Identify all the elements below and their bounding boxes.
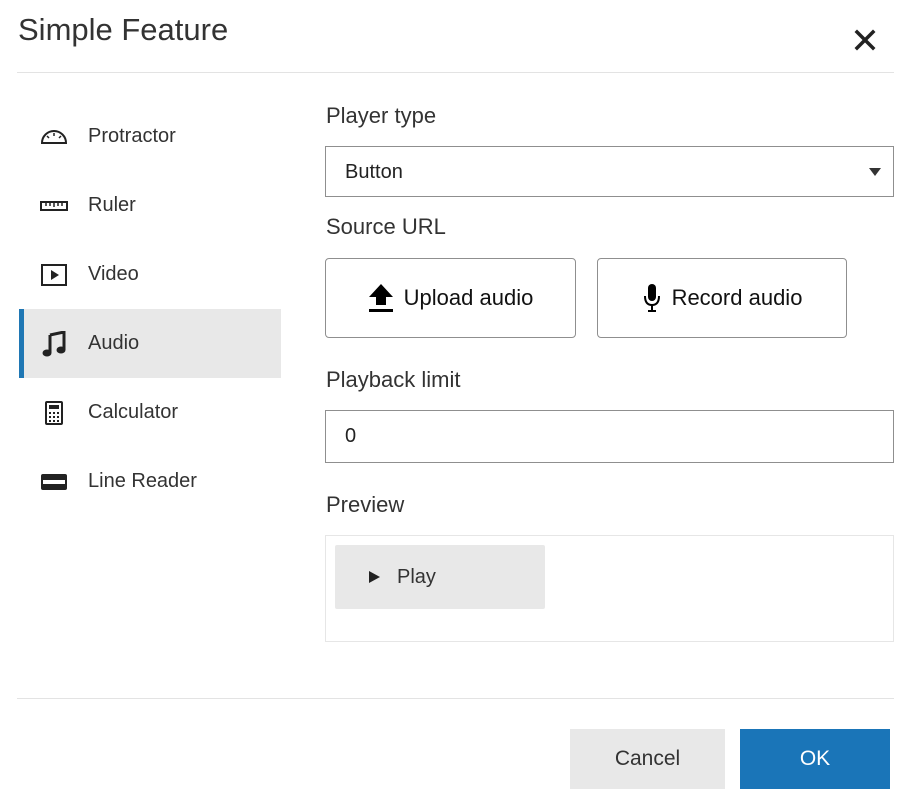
player-type-select[interactable]: Button xyxy=(325,146,894,197)
upload-audio-label: Upload audio xyxy=(403,285,534,310)
close-icon xyxy=(854,29,876,51)
upload-icon xyxy=(368,283,394,313)
microphone-icon xyxy=(642,283,662,313)
sidebar-item-calculator[interactable]: Calculator xyxy=(19,378,281,447)
footer-divider xyxy=(17,698,894,699)
player-type-label: Player type xyxy=(326,103,437,128)
sidebar-item-label: Ruler xyxy=(88,194,136,216)
sidebar-item-video[interactable]: Video xyxy=(19,240,281,309)
protractor-icon xyxy=(40,123,68,151)
sidebar-item-ruler[interactable]: Ruler xyxy=(19,171,281,240)
preview-label: Preview xyxy=(326,492,405,517)
sidebar-item-label: Calculator xyxy=(88,401,179,423)
dialog-title: Simple Feature xyxy=(18,12,229,47)
music-note-icon xyxy=(40,330,68,358)
play-button[interactable]: Play xyxy=(335,545,545,609)
playback-limit-label: Playback limit xyxy=(326,367,461,392)
close-button[interactable] xyxy=(849,24,881,56)
line-reader-icon xyxy=(40,468,68,496)
calculator-icon xyxy=(40,399,68,427)
sidebar-item-label: Video xyxy=(88,263,139,285)
record-audio-label: Record audio xyxy=(671,285,803,310)
sidebar-item-line-reader[interactable]: Line Reader xyxy=(19,447,281,516)
ruler-icon xyxy=(40,192,68,220)
cancel-button[interactable]: Cancel xyxy=(570,729,725,789)
preview-panel: Play xyxy=(325,535,894,642)
simple-feature-dialog: Simple Feature Protractor Ruler Video Au… xyxy=(0,0,905,801)
video-icon xyxy=(40,261,68,289)
play-label: Play xyxy=(397,566,436,588)
record-audio-button[interactable]: Record audio xyxy=(597,258,847,338)
upload-audio-button[interactable]: Upload audio xyxy=(325,258,576,338)
sidebar-item-label: Protractor xyxy=(88,125,176,147)
header-divider xyxy=(17,72,894,73)
play-icon xyxy=(369,571,380,583)
sidebar-item-label: Audio xyxy=(88,332,140,354)
sidebar-item-label: Line Reader xyxy=(88,470,197,492)
chevron-down-icon xyxy=(869,168,881,176)
ok-button[interactable]: OK xyxy=(740,729,890,789)
playback-limit-input[interactable] xyxy=(325,410,894,463)
sidebar-item-protractor[interactable]: Protractor xyxy=(19,102,281,171)
player-type-value: Button xyxy=(345,161,403,183)
sidebar-item-audio[interactable]: Audio xyxy=(19,309,281,378)
source-url-label: Source URL xyxy=(326,214,446,239)
feature-type-sidebar: Protractor Ruler Video Audio Calculator … xyxy=(19,102,281,516)
